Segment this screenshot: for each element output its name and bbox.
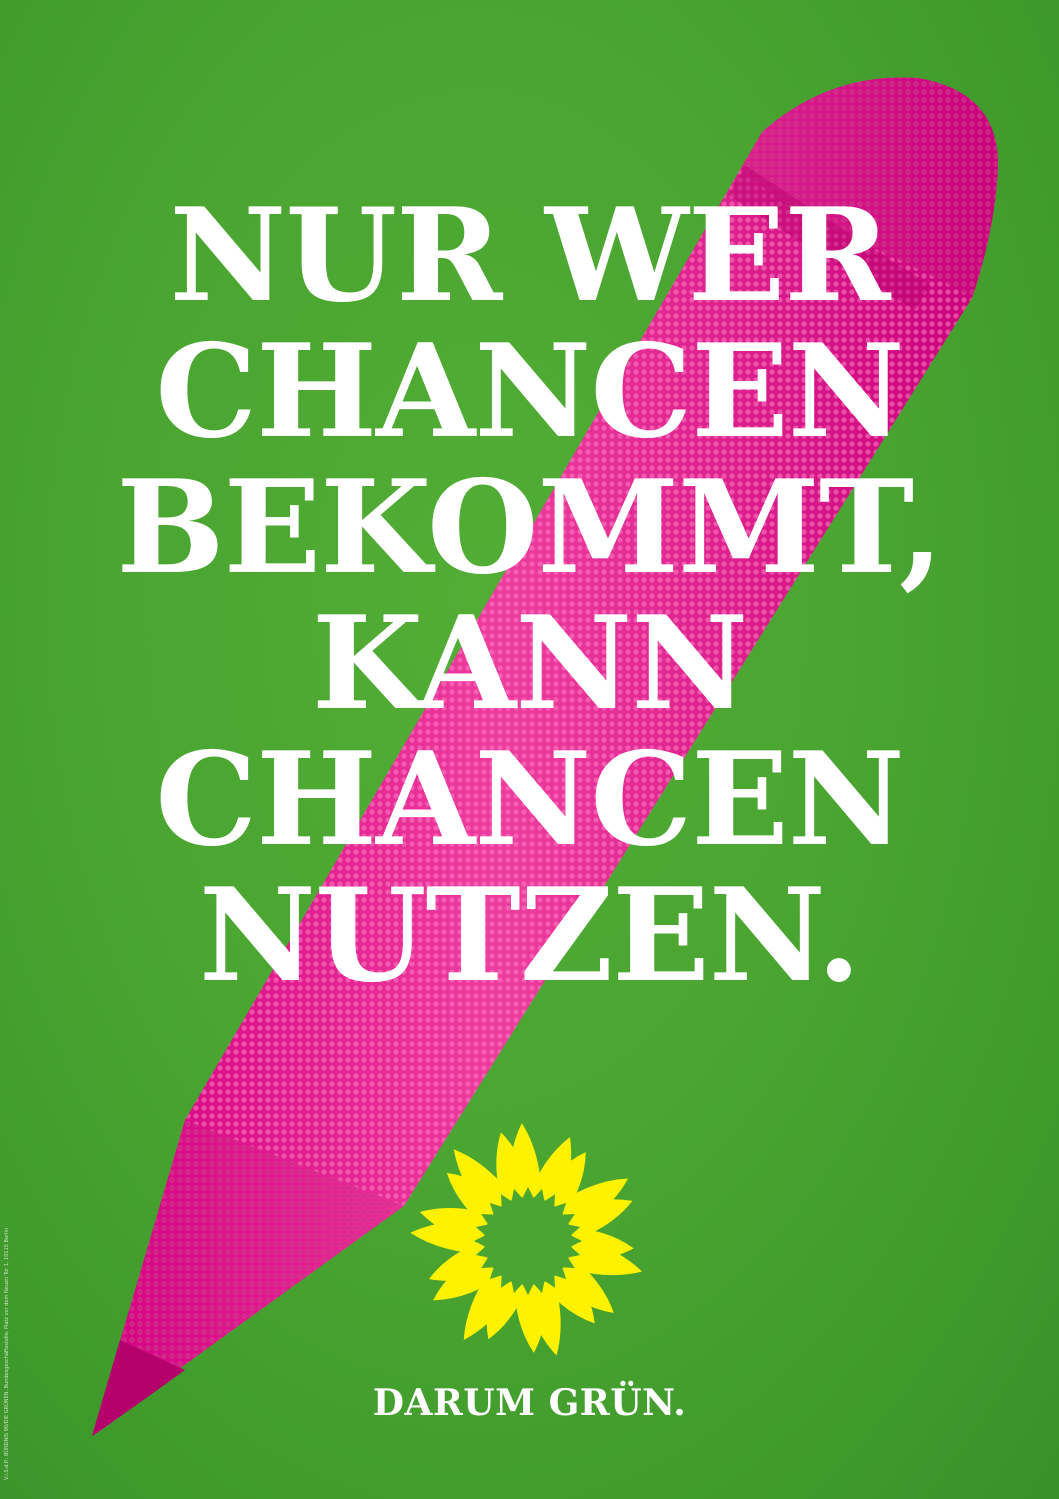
imprint-text: V.i.S.d.P.: BÜNDNIS 90/DIE GRÜNEN, Bunde… — [4, 1227, 10, 1480]
slogan: DARUM GRÜN. — [372, 1382, 687, 1424]
headline-line-4: KANN — [311, 589, 748, 739]
headline-line-3: BEKOMMT, — [116, 453, 943, 603]
headline-line-6: NUTZEN. — [198, 861, 861, 1011]
headline-line-2: CHANCEN — [155, 317, 905, 467]
headline-line-1: NUR WER — [169, 181, 890, 331]
sunflower-logo — [410, 1123, 642, 1356]
sunflower-center — [484, 1197, 572, 1285]
headline: NUR WER CHANCEN BEKOMMT, KANN CHANCEN NU… — [0, 188, 1059, 1004]
campaign-poster: NUR WER CHANCEN BEKOMMT, KANN CHANCEN NU… — [0, 0, 1059, 1499]
headline-line-5: CHANCEN — [155, 725, 905, 875]
